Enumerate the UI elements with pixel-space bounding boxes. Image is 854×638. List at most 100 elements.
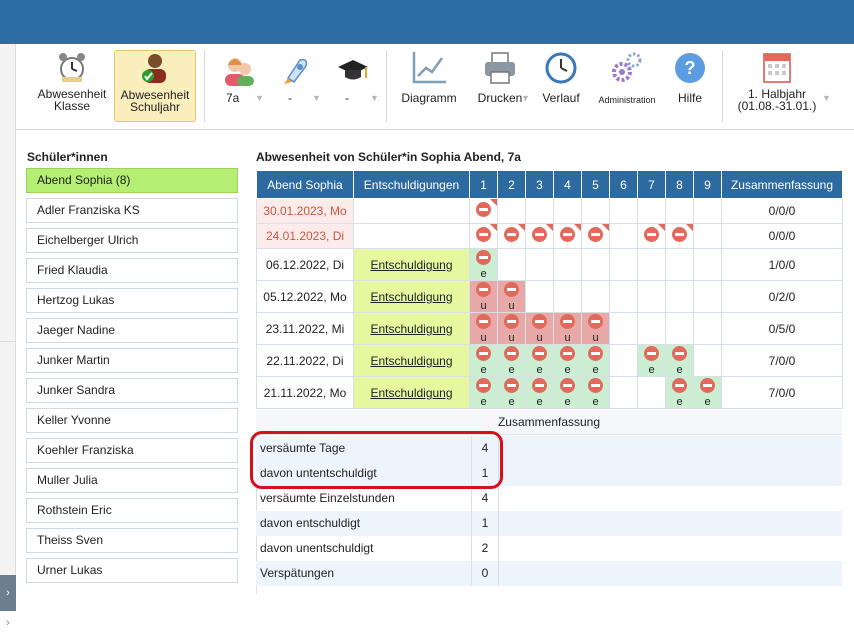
period-cell[interactable] [553, 223, 582, 249]
student-item[interactable]: Urner Lukas [26, 558, 238, 583]
excuse-link[interactable]: Entschuldigung [370, 290, 452, 304]
period-cell[interactable] [553, 198, 582, 224]
period-cell[interactable] [609, 376, 638, 409]
student-item[interactable]: Fried Klaudia [26, 258, 238, 283]
period-cell[interactable] [637, 376, 666, 409]
student-item[interactable]: Muller Julia [26, 468, 238, 493]
period-cell[interactable] [637, 198, 666, 224]
period-cell[interactable] [497, 248, 526, 281]
expand-panel-icon[interactable]: › [0, 575, 16, 611]
help-button[interactable]: ? Hilfe [668, 50, 712, 122]
period-cell[interactable]: e [665, 344, 694, 377]
history-button[interactable]: Verlauf [538, 50, 584, 122]
period-cell[interactable] [637, 223, 666, 249]
period-chevron-icon[interactable]: ▼ [822, 93, 831, 103]
administration-button[interactable]: Administration [594, 50, 660, 122]
period-cell[interactable]: e [525, 344, 554, 377]
student-item[interactable]: Junker Martin [26, 348, 238, 373]
period-cell[interactable] [693, 248, 722, 281]
period-cell[interactable] [581, 248, 610, 281]
excuse-link[interactable]: Entschuldigung [370, 258, 452, 272]
period-cell[interactable]: u [525, 312, 554, 345]
excuse-link[interactable]: Entschuldigung [370, 386, 452, 400]
period-cell[interactable] [637, 248, 666, 281]
period-cell[interactable]: e [581, 376, 610, 409]
period-cell[interactable] [665, 280, 694, 313]
absence-class-button[interactable]: Abwesenheit Klasse [34, 50, 110, 122]
class-select-chevron-icon[interactable]: ▼ [255, 93, 264, 103]
period-cell[interactable]: e [525, 376, 554, 409]
student-item[interactable]: Junker Sandra [26, 378, 238, 403]
select-2-chevron-icon[interactable]: ▼ [312, 93, 321, 103]
student-item[interactable]: Koehler Franziska [26, 438, 238, 463]
period-cell[interactable] [525, 223, 554, 249]
period-cell[interactable] [693, 344, 722, 377]
period-cell[interactable] [553, 248, 582, 281]
student-item[interactable]: Eichelberger Ulrich [26, 228, 238, 253]
col-header-student[interactable]: Abend Sophia [256, 170, 354, 199]
period-cell[interactable] [665, 223, 694, 249]
student-item[interactable]: Rothstein Eric [26, 498, 238, 523]
col-header-excuses[interactable]: Entschuldigungen [353, 170, 470, 199]
period-cell[interactable]: e [469, 344, 498, 377]
select-3-chevron-icon[interactable]: ▼ [370, 93, 379, 103]
expand-arrow-icon[interactable]: › [0, 617, 16, 638]
period-cell[interactable] [609, 198, 638, 224]
period-cell[interactable] [609, 248, 638, 281]
student-item[interactable]: Jaeger Nadine [26, 318, 238, 343]
student-item[interactable]: Adler Franziska KS [26, 198, 238, 223]
period-cell[interactable]: u [469, 312, 498, 345]
period-cell[interactable] [609, 312, 638, 345]
period-cell[interactable] [693, 223, 722, 249]
period-cell[interactable]: e [469, 248, 498, 281]
student-item[interactable]: Hertzog Lukas [26, 288, 238, 313]
period-cell[interactable]: e [693, 376, 722, 409]
period-cell[interactable] [497, 223, 526, 249]
period-cell[interactable] [525, 248, 554, 281]
diagram-button[interactable]: Diagramm [396, 50, 462, 122]
print-chevron-icon[interactable]: ▼ [521, 93, 530, 103]
period-cell[interactable] [581, 280, 610, 313]
period-cell[interactable] [665, 248, 694, 281]
period-cell[interactable] [609, 344, 638, 377]
period-cell[interactable] [637, 312, 666, 345]
period-cell[interactable]: u [553, 312, 582, 345]
period-cell[interactable]: e [497, 344, 526, 377]
period-cell[interactable] [609, 223, 638, 249]
absence-year-button[interactable]: Abwesenheit Schuljahr [114, 50, 196, 122]
period-cell[interactable]: u [497, 280, 526, 313]
select-2-value[interactable]: - [288, 91, 292, 105]
period-cell[interactable] [525, 198, 554, 224]
period-cell[interactable] [693, 312, 722, 345]
select-3-value[interactable]: - [345, 91, 349, 105]
period-cell[interactable]: e [469, 376, 498, 409]
excuse-link[interactable]: Entschuldigung [370, 322, 452, 336]
period-cell[interactable] [497, 198, 526, 224]
period-cell[interactable]: e [581, 344, 610, 377]
period-cell[interactable] [469, 223, 498, 249]
period-cell[interactable]: u [497, 312, 526, 345]
period-cell[interactable] [469, 198, 498, 224]
period-cell[interactable]: e [497, 376, 526, 409]
period-select[interactable]: 1. Halbjahr (01.08.-31.01.) [732, 50, 822, 122]
period-cell[interactable]: e [553, 344, 582, 377]
period-cell[interactable] [637, 280, 666, 313]
class-select-value[interactable]: 7a [226, 91, 239, 105]
period-cell[interactable] [693, 198, 722, 224]
student-item[interactable]: Theiss Sven [26, 528, 238, 553]
period-cell[interactable] [665, 198, 694, 224]
print-button[interactable]: Drucken [468, 50, 532, 122]
period-cell[interactable] [665, 312, 694, 345]
period-cell[interactable] [525, 280, 554, 313]
period-cell[interactable] [581, 223, 610, 249]
period-cell[interactable] [553, 280, 582, 313]
period-cell[interactable]: e [553, 376, 582, 409]
period-cell[interactable]: e [637, 344, 666, 377]
period-cell[interactable]: u [469, 280, 498, 313]
student-item[interactable]: Abend Sophia (8) [26, 168, 238, 193]
student-item[interactable]: Keller Yvonne [26, 408, 238, 433]
period-cell[interactable] [609, 280, 638, 313]
excuse-link[interactable]: Entschuldigung [370, 354, 452, 368]
period-cell[interactable]: u [581, 312, 610, 345]
period-cell[interactable]: e [665, 376, 694, 409]
